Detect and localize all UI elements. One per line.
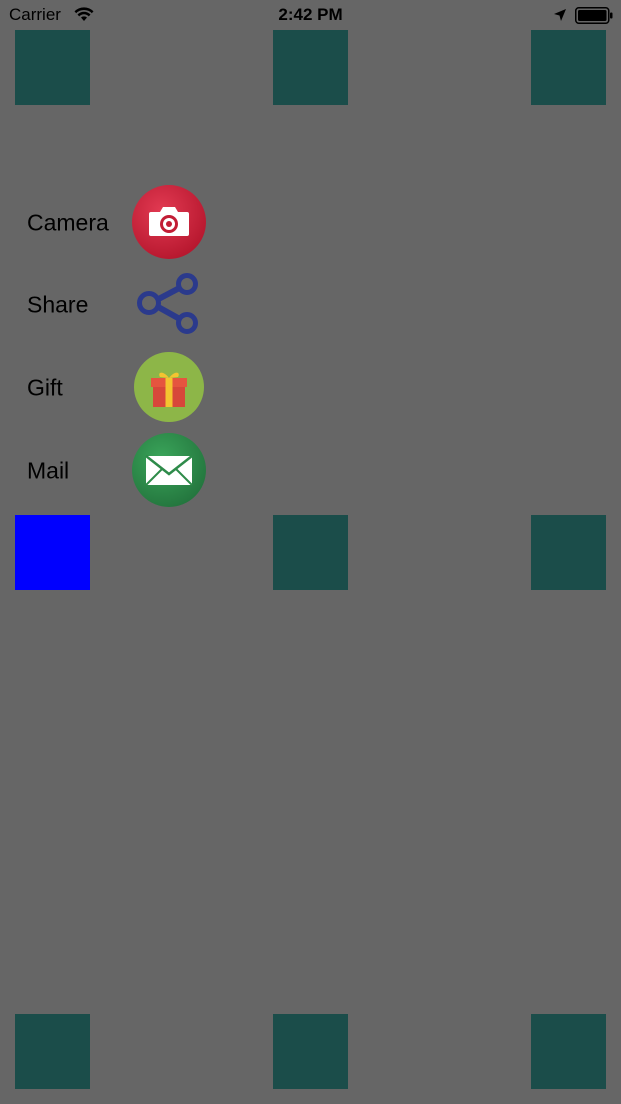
status-time: 2:42 PM bbox=[278, 5, 343, 24]
square-top-left[interactable] bbox=[15, 30, 90, 105]
square-middle-right[interactable] bbox=[531, 515, 606, 590]
gift-icon[interactable] bbox=[130, 348, 208, 426]
menu-item-label: Share bbox=[27, 291, 89, 318]
menu-item-camera[interactable]: Camera bbox=[0, 183, 240, 263]
menu-item-share[interactable]: Share bbox=[0, 265, 240, 345]
menu-item-gift[interactable]: Gift bbox=[0, 348, 240, 428]
menu-item-mail[interactable]: Mail bbox=[0, 431, 240, 511]
square-top-center[interactable] bbox=[273, 30, 348, 105]
square-bottom-left[interactable] bbox=[15, 1014, 90, 1089]
location-arrow-icon bbox=[554, 9, 566, 21]
status-bar: Carrier 2:42 PM bbox=[0, 0, 621, 30]
mail-icon[interactable] bbox=[130, 431, 208, 509]
square-bottom-center[interactable] bbox=[273, 1014, 348, 1089]
camera-icon[interactable] bbox=[130, 183, 208, 261]
menu-item-label: Mail bbox=[27, 457, 70, 484]
square-top-right[interactable] bbox=[531, 30, 606, 105]
square-middle-left-selected[interactable] bbox=[15, 515, 90, 590]
square-bottom-right[interactable] bbox=[531, 1014, 606, 1089]
menu-item-label: Gift bbox=[27, 374, 63, 401]
battery-icon bbox=[575, 7, 613, 24]
menu-item-label: Camera bbox=[27, 209, 109, 236]
square-middle-center[interactable] bbox=[273, 515, 348, 590]
share-icon[interactable] bbox=[130, 265, 208, 343]
